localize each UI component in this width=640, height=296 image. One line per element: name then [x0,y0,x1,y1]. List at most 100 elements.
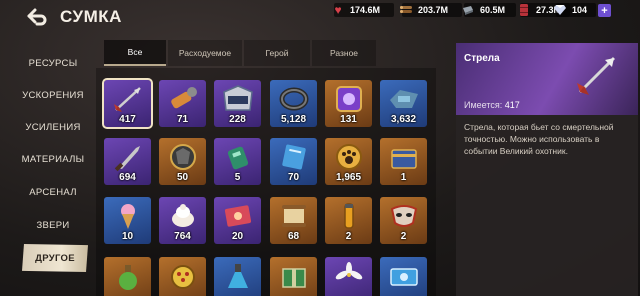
grid-item-blue-card[interactable]: 70 [270,138,317,185]
grid-item-lock-sphere[interactable] [159,257,206,296]
shield-badge-icon [159,140,206,174]
tab-misc[interactable]: Разное [312,40,376,66]
item-quantity: 2 [345,231,352,242]
item-detail-name: Стрела [464,53,500,64]
sidebar-item-label: ЗВЕРИ [36,219,70,231]
grid-item-arrow[interactable]: 417 [102,78,153,129]
item-grid: 417 71 228 5,128 131 3,632 694 50 5 70 1… [96,68,436,296]
arrow-icon [104,82,151,116]
page-title: СУМКА [60,7,122,26]
grid-item-scroll[interactable]: 68 [270,197,317,244]
resource-diamond-value: 104 [572,5,588,15]
resource-food[interactable]: ♥ 174.6M [334,3,394,17]
top-bar: СУМКА ♥ 174.6M 203.7M 60.5M 27.3M 104 + [0,0,640,34]
lock-sphere-icon [159,259,206,293]
oil-barrel-icon [516,2,532,18]
tab-consumable[interactable]: Расходуемое [168,40,242,66]
grid-item-flashlight[interactable]: 71 [159,80,206,127]
paw-print-icon [325,140,372,174]
grid-item-flask[interactable] [214,257,261,296]
diamond-icon [552,2,568,18]
item-quantity: 70 [287,172,300,183]
grid-item-knife[interactable]: 694 [104,138,151,185]
item-detail-panel: Стрела Имеется: 417 Стрела, которая бьет… [456,43,638,296]
sidebar-item-label: АРСЕНАЛ [29,186,77,198]
wood-logs-icon [398,2,414,18]
item-quantity: 764 [174,231,191,242]
item-quantity: 3,632 [390,114,417,125]
grid-item-radio-device[interactable]: 5 [214,138,261,185]
back-arrow-icon[interactable] [24,6,50,28]
steel-icon [460,2,476,18]
grid-item-blue-ticket[interactable] [380,257,427,296]
item-quantity: 68 [287,231,300,242]
item-quantity: 2 [400,231,407,242]
sidebar-item-other[interactable]: ДРУГОЕ [22,244,88,272]
grid-item-ring[interactable]: 5,128 [270,80,317,127]
grid-item-ticket[interactable]: 20 [214,197,261,244]
item-detail-header: Стрела Имеется: 417 [456,43,638,115]
green-box-icon [270,259,317,293]
grid-item-lily-flower[interactable] [325,257,372,296]
gear-part-icon [380,82,427,116]
resource-steel[interactable]: 60.5M [463,3,516,17]
potion-bottle-icon [104,259,151,293]
grid-item-blue-chest[interactable]: 1 [380,138,427,185]
item-quantity: 5,128 [280,114,307,125]
blue-card-icon [270,140,317,174]
sidebar-item-label: УСКОРЕНИЯ [22,89,84,101]
item-quantity: 228 [229,114,246,125]
item-owned-label: Имеется: [464,100,503,110]
grid-item-gear-part[interactable]: 3,632 [380,80,427,127]
sidebar-item-speedups[interactable]: УСКОРЕНИЯ [20,81,86,109]
sidebar-item-beasts[interactable]: ЗВЕРИ [20,211,86,239]
sidebar-item-arsenal[interactable]: АРСЕНАЛ [20,178,86,206]
grid-item-vial[interactable]: 2 [325,197,372,244]
sidebar-item-materials[interactable]: МАТЕРИАЛЫ [20,145,86,173]
ring-icon [270,82,317,116]
purple-rune-icon [325,82,372,116]
tab-hero[interactable]: Герой [244,40,310,66]
item-quantity: 5 [234,172,241,183]
grid-item-ice-cream[interactable]: 10 [104,197,151,244]
knife-icon [104,140,151,174]
resource-diamond[interactable]: 104 [554,3,596,17]
radio-device-icon [214,140,261,174]
item-quantity: 50 [176,172,189,183]
item-quantity: 131 [340,114,357,125]
resource-wood-value: 203.7M [418,5,449,15]
item-owned: Имеется: 417 [464,100,520,110]
sidebar-item-label: УСИЛЕНИЯ [25,121,81,133]
item-quantity: 20 [231,231,244,242]
tab-all[interactable]: Все [104,40,166,66]
flask-icon [214,259,261,293]
sidebar-item-label: ДРУГОЕ [35,252,75,264]
flashlight-icon [159,82,206,116]
add-diamonds-button[interactable]: + [598,4,611,17]
item-quantity: 417 [119,114,136,125]
sidebar-item-label: РЕСУРСЫ [28,57,78,69]
sidebar-item-resources[interactable]: РЕСУРСЫ [20,49,86,77]
grid-item-shield-badge[interactable]: 50 [159,138,206,185]
grid-item-potion-bottle[interactable] [104,257,151,296]
grid-item-green-box[interactable] [270,257,317,296]
heart-meat-icon: ♥ [334,3,342,17]
resource-food-value: 174.6M [350,5,381,15]
mask-icon [380,199,427,233]
sidebar-item-boosts[interactable]: УСИЛЕНИЯ [20,113,86,141]
grid-item-cream-dessert[interactable]: 764 [159,197,206,244]
item-quantity: 694 [119,172,136,183]
ticket-icon [214,199,261,233]
blue-ticket-icon [380,259,427,293]
dls5-badge-icon [214,82,261,116]
grid-item-paw-print[interactable]: 1,965 [325,138,372,185]
item-description: Стрела, которая бьет со смертельной точн… [464,122,614,156]
blue-chest-icon [380,140,427,174]
grid-item-purple-rune[interactable]: 131 [325,80,372,127]
item-quantity: 71 [176,114,189,125]
grid-item-mask[interactable]: 2 [380,197,427,244]
filter-tabs: Все Расходуемое Герой Разное [104,40,440,66]
grid-item-dls5-badge[interactable]: 228 [214,80,261,127]
resource-wood[interactable]: 203.7M [400,3,462,17]
lily-flower-icon [325,259,372,293]
